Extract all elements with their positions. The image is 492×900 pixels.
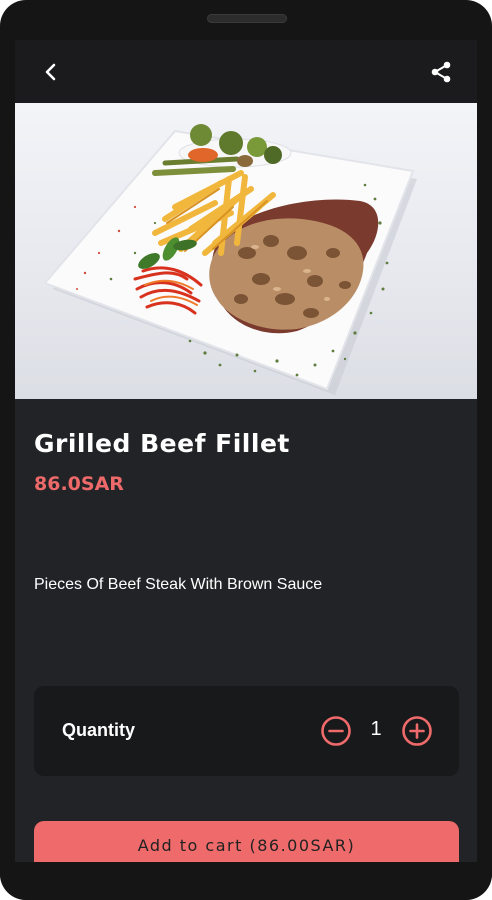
- minus-circle-icon: [321, 716, 351, 746]
- quantity-value: 1: [370, 718, 382, 740]
- quantity-card: Quantity 1: [34, 686, 459, 776]
- quantity-increase-button[interactable]: [401, 715, 433, 747]
- back-button[interactable]: [37, 58, 65, 86]
- add-to-cart-button[interactable]: Add to cart (86.00SAR): [34, 821, 459, 862]
- product-title: Grilled Beef Fillet: [34, 429, 290, 458]
- top-app-bar: [15, 40, 477, 103]
- share-icon: [431, 61, 451, 83]
- product-description: Pieces Of Beef Steak With Brown Sauce: [34, 576, 323, 593]
- product-image: [15, 103, 477, 399]
- quantity-label: Quantity: [62, 720, 136, 740]
- quantity-decrease-button[interactable]: [320, 715, 352, 747]
- dish-illustration: [43, 124, 417, 395]
- product-price: 86.0SAR: [34, 473, 124, 495]
- app-screen: Grilled Beef Fillet 86.0SAR Pieces Of Be…: [15, 40, 477, 862]
- phone-frame: Grilled Beef Fillet 86.0SAR Pieces Of Be…: [0, 0, 492, 900]
- device-bottom-bezel: [0, 862, 492, 900]
- share-button[interactable]: [427, 58, 455, 86]
- speaker-grille: [207, 14, 287, 23]
- plus-circle-icon: [402, 716, 432, 746]
- chevron-left-icon: [45, 63, 56, 81]
